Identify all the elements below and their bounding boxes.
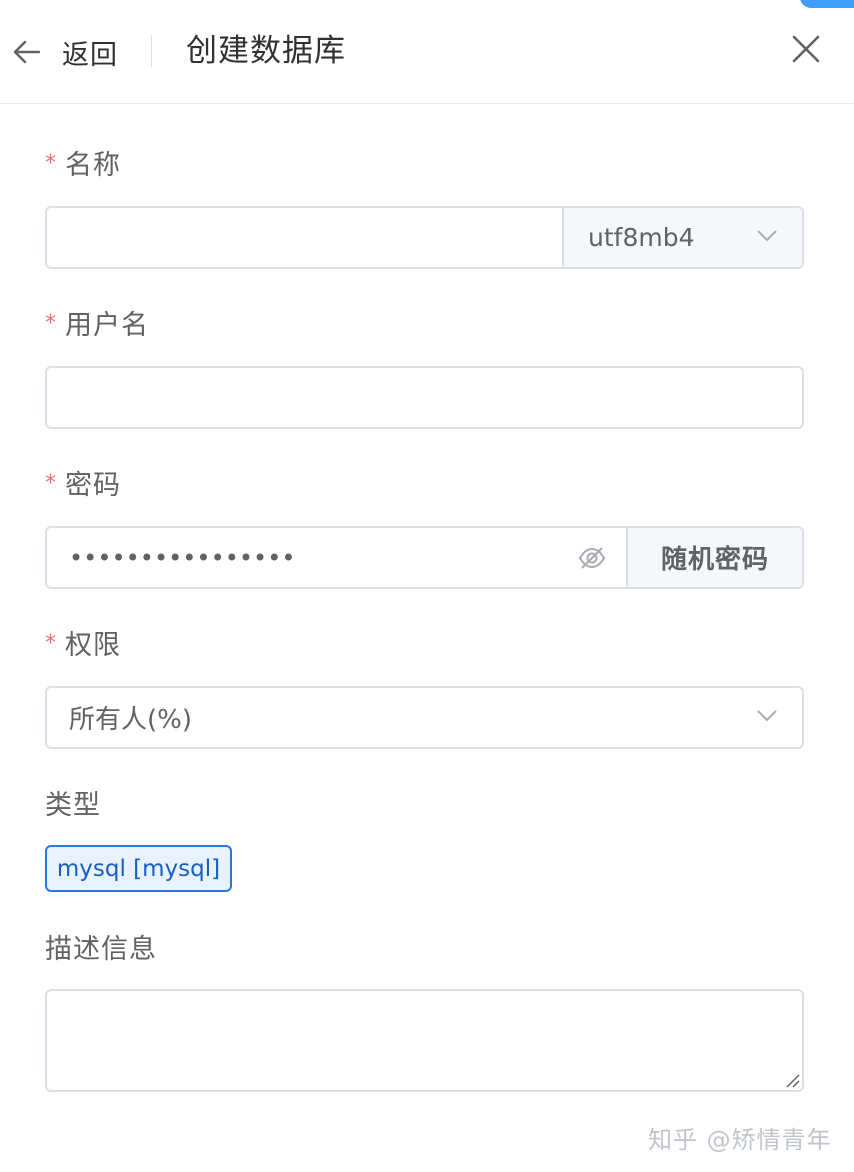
charset-select[interactable]: utf8mb4 [562, 208, 802, 267]
required-mark: * [45, 311, 57, 336]
password-masked-value: •••••••••••••••• [69, 543, 296, 572]
permission-label: * 权限 [45, 628, 121, 666]
back-label: 返回 [62, 39, 118, 71]
charset-value: utf8mb4 [588, 223, 695, 252]
header-divider [151, 35, 152, 67]
eye-hidden-icon[interactable] [577, 543, 607, 573]
name-label-text: 名称 [65, 150, 121, 181]
random-password-button[interactable]: 随机密码 [626, 528, 802, 587]
password-field-group: •••••••••••••••• 随机密码 [45, 526, 804, 589]
required-mark: * [45, 631, 57, 656]
name-field-group: utf8mb4 [45, 206, 804, 269]
username-label: * 用户名 [45, 308, 149, 346]
arrow-left-icon [12, 37, 42, 67]
password-label-text: 密码 [65, 470, 121, 501]
username-label-text: 用户名 [65, 310, 149, 341]
password-label: * 密码 [45, 468, 121, 506]
resize-handle-icon[interactable] [784, 1072, 800, 1088]
random-password-label: 随机密码 [660, 545, 769, 575]
back-button[interactable]: 返回 [12, 30, 118, 74]
required-mark: * [45, 151, 57, 176]
password-input[interactable]: •••••••••••••••• [47, 528, 627, 587]
username-input[interactable] [47, 368, 802, 427]
permission-label-text: 权限 [65, 630, 121, 661]
required-mark: * [45, 471, 57, 496]
page-title: 创建数据库 [186, 33, 346, 69]
type-tag-mysql[interactable]: mysql [mysql] [45, 845, 232, 892]
username-field-group [45, 366, 804, 429]
type-label: 类型 [45, 790, 101, 821]
chevron-down-icon [756, 708, 778, 727]
dialog-header: 返回 创建数据库 [0, 0, 854, 104]
chevron-down-icon [756, 228, 778, 247]
description-label: 描述信息 [45, 934, 157, 965]
close-icon [792, 35, 820, 67]
close-button[interactable] [788, 33, 824, 69]
permission-select[interactable]: 所有人(%) [45, 686, 804, 749]
type-tag-label: mysql [mysql] [56, 855, 221, 882]
permission-selected-value: 所有人(%) [69, 705, 192, 735]
watermark-text: 知乎 @矫情青年 [648, 1126, 832, 1154]
description-textarea[interactable] [45, 989, 804, 1092]
name-input[interactable] [47, 208, 564, 267]
name-label: * 名称 [45, 148, 121, 186]
